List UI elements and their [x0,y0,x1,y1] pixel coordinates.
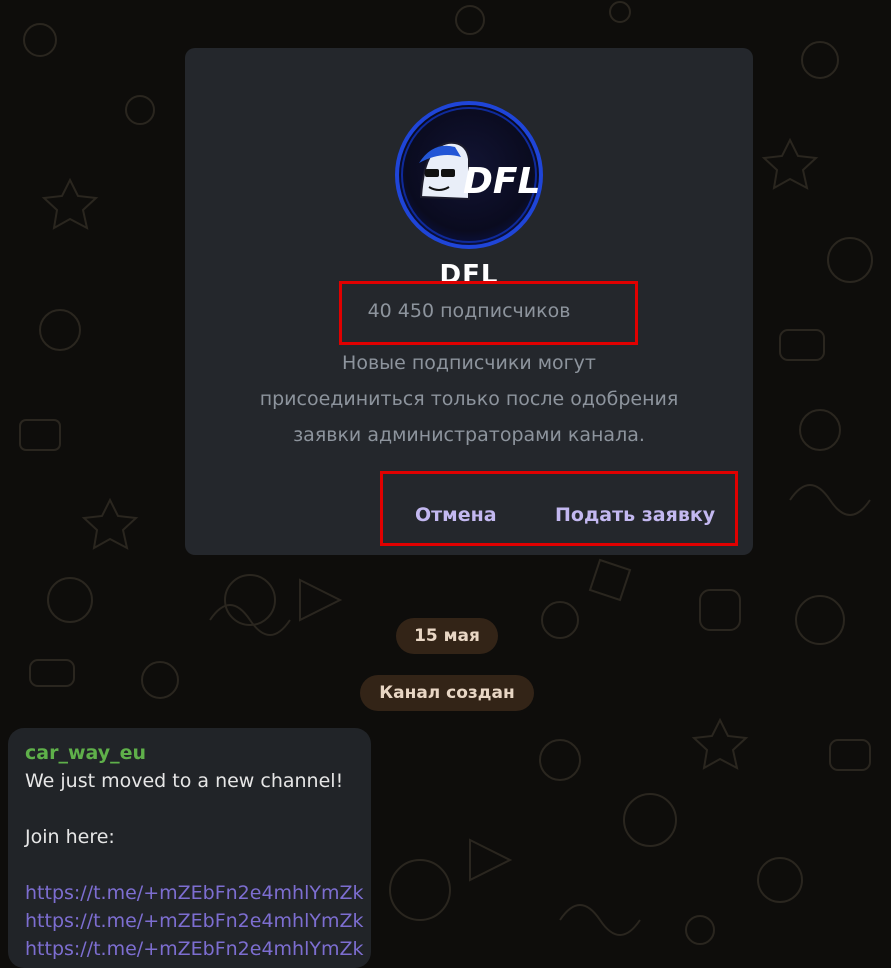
dfl-logo-icon: DFL [395,101,543,249]
message-text-line: We just moved to a new channel! [25,770,344,792]
description-line: Новые подписчики могут [342,352,596,374]
description-line: заявки администраторами канала. [293,424,645,446]
message-author[interactable]: car_way_eu [25,742,146,764]
join-description: Новые подписчики могут присоединиться то… [225,345,713,453]
channel-created-badge: Канал создан [360,675,534,711]
subscriber-highlight-box [339,281,638,345]
logo-text: DFL [463,161,540,202]
description-line: присоединиться только после одобрения [259,388,679,410]
invite-link[interactable]: https://t.me/+mZEbFn2e4mhlYmZk [25,910,364,932]
invite-link[interactable]: https://t.me/+mZEbFn2e4mhlYmZk [25,938,364,960]
buttons-highlight-box [380,471,738,546]
message-text-line: Join here: [25,826,115,848]
message-bubble: car_way_eu We just moved to a new channe… [8,728,371,968]
invite-link[interactable]: https://t.me/+mZEbFn2e4mhlYmZk [25,882,364,904]
date-badge: 15 мая [396,618,498,654]
channel-avatar: DFL [395,101,543,249]
